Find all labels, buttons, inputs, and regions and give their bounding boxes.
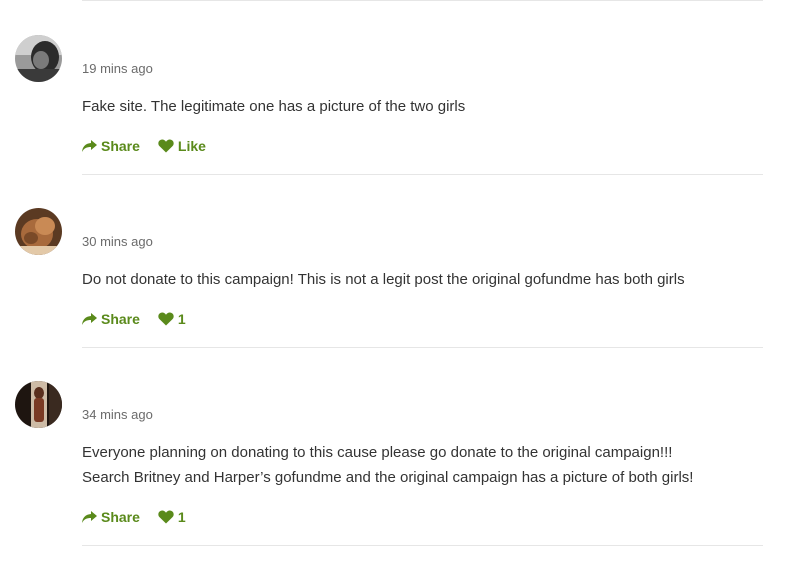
comment-divider xyxy=(82,347,763,348)
avatar[interactable] xyxy=(15,208,62,255)
comment-body: Everyone planning on donating to this ca… xyxy=(82,440,772,490)
comment-timestamp: 34 mins ago xyxy=(82,407,153,422)
comment-text-line: Do not donate to this campaign! This is … xyxy=(82,271,685,288)
comment-text-line: Fake site. The legitimate one has a pict… xyxy=(82,98,466,115)
comment-timestamp: 30 mins ago xyxy=(82,234,153,249)
comment-divider xyxy=(82,545,763,546)
like-button[interactable]: Like xyxy=(158,138,206,154)
like-count: 1 xyxy=(177,311,186,327)
like-count: 1 xyxy=(177,509,186,525)
comment-actions: Share 1 xyxy=(82,309,186,329)
share-label: Share xyxy=(101,509,140,525)
comment-timestamp: 19 mins ago xyxy=(82,61,153,76)
comment-body: Do not donate to this campaign! This is … xyxy=(82,267,772,292)
comment-body: Fake site. The legitimate one has a pict… xyxy=(82,94,772,119)
heart-icon xyxy=(158,312,174,326)
share-label: Share xyxy=(101,311,140,327)
share-arrow-icon xyxy=(82,510,97,523)
divider-top xyxy=(82,0,763,1)
comment-actions: Share Like xyxy=(82,136,206,156)
heart-icon xyxy=(158,139,174,153)
like-button[interactable]: 1 xyxy=(158,509,186,525)
avatar-photo-3 xyxy=(15,381,62,428)
comment-divider xyxy=(82,174,763,175)
like-button[interactable]: 1 xyxy=(158,311,186,327)
share-arrow-icon xyxy=(82,312,97,325)
like-label: Like xyxy=(177,138,206,154)
avatar-photo-2 xyxy=(15,208,62,255)
share-label: Share xyxy=(101,138,140,154)
share-button[interactable]: Share xyxy=(82,311,140,327)
avatar[interactable] xyxy=(15,35,62,82)
share-button[interactable]: Share xyxy=(82,509,140,525)
comment-text-line: Search Britney and Harper’s gofundme and… xyxy=(82,469,694,486)
heart-icon xyxy=(158,510,174,524)
avatar[interactable] xyxy=(15,381,62,428)
share-button[interactable]: Share xyxy=(82,138,140,154)
comment-actions: Share 1 xyxy=(82,507,186,527)
comment-text-line: Everyone planning on donating to this ca… xyxy=(82,444,673,461)
share-arrow-icon xyxy=(82,139,97,152)
avatar-photo-1 xyxy=(15,35,62,82)
